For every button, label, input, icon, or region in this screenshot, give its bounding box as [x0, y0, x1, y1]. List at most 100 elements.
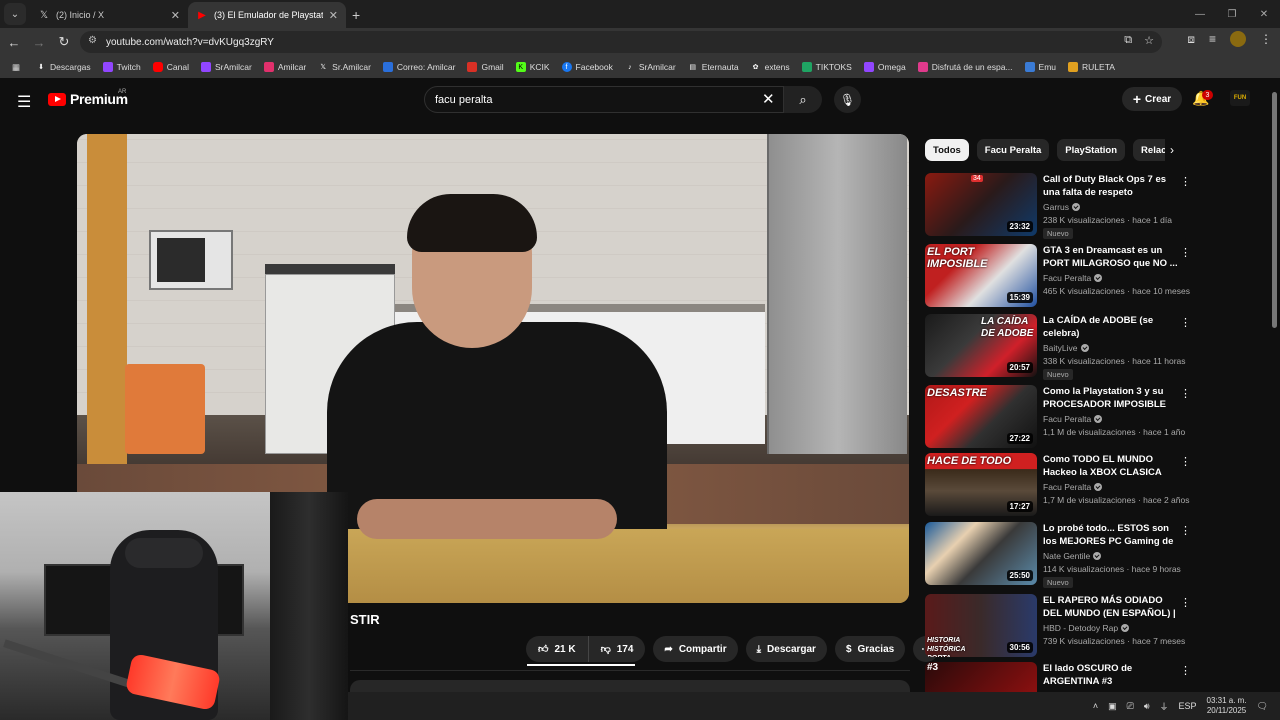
scrollbar-thumb[interactable]: [1272, 92, 1277, 328]
dislike-button[interactable]: 👎︎ 174: [589, 636, 646, 662]
extensions-icon[interactable]: ⧈: [1187, 32, 1195, 47]
chip-facu-peralta[interactable]: Facu Peralta: [976, 139, 1050, 161]
bookmark-item[interactable]: Gmail: [461, 62, 509, 72]
close-tab-icon[interactable]: ✕: [171, 9, 180, 22]
bookmark-item[interactable]: f Facebook: [556, 62, 619, 72]
thanks-button[interactable]: $ Gracias: [834, 636, 906, 662]
more-vertical-icon[interactable]: ⋮: [1180, 664, 1191, 677]
account-avatar[interactable]: FUN: [1230, 90, 1250, 106]
search-button[interactable]: ⌕: [784, 86, 822, 113]
bookmark-item[interactable]: 𝕏 Sr.Amilcar: [312, 62, 377, 72]
channel-name[interactable]: Facu Peralta: [1043, 414, 1103, 424]
video-title[interactable]: Lo probé todo... ESTOS son los MEJORES P…: [1043, 522, 1183, 548]
more-vertical-icon[interactable]: ⋮: [1180, 175, 1191, 188]
recommended-video[interactable]: HACE DE TODO 17:27 Como TODO EL MUNDO Ha…: [925, 453, 1270, 517]
page-scrollbar[interactable]: [1271, 90, 1278, 690]
usb-icon[interactable]: ⏚: [1160, 700, 1169, 713]
install-app-icon[interactable]: ⧉: [1124, 34, 1132, 47]
bookmark-item[interactable]: Twitch: [97, 62, 147, 72]
browser-menu-icon[interactable]: ⋮: [1260, 32, 1272, 46]
recommended-video[interactable]: HISTORIA HISTÓRICA PORTA 30:56 EL RAPERO…: [925, 594, 1270, 658]
create-button[interactable]: + Crear: [1122, 87, 1182, 111]
chevron-right-icon[interactable]: ›: [1170, 143, 1174, 157]
recommended-video[interactable]: #3 El lado OSCURO de ARGENTINA #3 ⋮: [925, 662, 1270, 692]
video-thumbnail[interactable]: HISTORIA HISTÓRICA PORTA 30:56: [925, 594, 1037, 657]
bookmark-item[interactable]: Disfrutá de un espa...: [912, 62, 1019, 72]
more-vertical-icon[interactable]: ⋮: [1180, 524, 1191, 537]
video-title[interactable]: EL RAPERO MÁS ODIADO DEL MUNDO (EN ESPAÑ…: [1043, 594, 1183, 620]
minimize-icon[interactable]: —: [1184, 0, 1216, 28]
chevron-up-icon[interactable]: ˄: [1093, 701, 1098, 711]
video-thumbnail[interactable]: #3: [925, 662, 1037, 692]
bookmark-item[interactable]: ▤ Eternauta: [682, 62, 745, 72]
restore-icon[interactable]: ❐: [1216, 0, 1248, 28]
site-info-icon[interactable]: ⚙: [88, 35, 97, 46]
chip-playstation[interactable]: PlayStation: [1057, 139, 1126, 161]
search-input[interactable]: facu peralta: [424, 86, 784, 113]
language-indicator[interactable]: ESP: [1179, 701, 1197, 711]
network-icon[interactable]: ⎚: [1127, 701, 1134, 712]
apps-grid-icon[interactable]: ▦: [6, 62, 30, 73]
voice-search-button[interactable]: 🎙: [834, 86, 861, 113]
share-button[interactable]: ➦ Compartir: [653, 636, 738, 662]
video-thumbnail[interactable]: DESASTRE 27:22: [925, 385, 1037, 448]
new-tab-button[interactable]: +: [352, 7, 360, 23]
download-button[interactable]: ⤓ Descargar: [745, 636, 827, 662]
bookmark-item[interactable]: ⬇ Descargas: [30, 62, 97, 72]
bookmark-item[interactable]: Canal: [147, 62, 195, 72]
video-thumbnail[interactable]: EL PORT IMPOSIBLE 15:39: [925, 244, 1037, 307]
video-title[interactable]: Call of Duty Black Ops 7 es una falta de…: [1043, 173, 1183, 199]
more-vertical-icon[interactable]: ⋮: [1180, 387, 1191, 400]
media-queue-icon[interactable]: ≡: [1209, 32, 1216, 46]
video-thumbnail[interactable]: 34 23:32: [925, 173, 1037, 236]
bookmark-item[interactable]: Correo: Amilcar: [377, 62, 462, 72]
video-thumbnail[interactable]: HACE DE TODO 17:27: [925, 453, 1037, 516]
close-window-icon[interactable]: ✕: [1248, 0, 1280, 28]
close-tab-icon[interactable]: ✕: [329, 9, 338, 22]
youtube-premium-logo[interactable]: Premium AR: [48, 89, 128, 107]
bookmark-star-icon[interactable]: ☆: [1144, 34, 1154, 47]
system-clock[interactable]: 03:31 a. m. 20/11/2025: [1207, 696, 1247, 716]
back-icon[interactable]: ←: [3, 31, 25, 53]
profile-avatar-icon[interactable]: [1230, 31, 1246, 47]
bookmark-item[interactable]: Amilcar: [258, 62, 312, 72]
chip-todos[interactable]: Todos: [925, 139, 969, 161]
more-vertical-icon[interactable]: ⋮: [1180, 316, 1191, 329]
reload-icon[interactable]: ↻: [53, 31, 75, 53]
menu-hamburger-icon[interactable]: ☰: [17, 92, 31, 112]
bookmark-item[interactable]: SrAmilcar: [195, 62, 258, 72]
forward-icon[interactable]: →: [28, 31, 50, 53]
video-title[interactable]: GTA 3 en Dreamcast es un PORT MILAGROSO …: [1043, 244, 1183, 270]
channel-name[interactable]: Facu Peralta: [1043, 273, 1103, 283]
recommended-video[interactable]: 34 23:32 Call of Duty Black Ops 7 es una…: [925, 173, 1270, 239]
channel-name[interactable]: Facu Peralta: [1043, 482, 1103, 492]
bookmark-item[interactable]: Emu: [1019, 62, 1062, 72]
bookmark-item[interactable]: Omega: [858, 62, 912, 72]
more-vertical-icon[interactable]: ⋮: [1180, 455, 1191, 468]
more-vertical-icon[interactable]: ⋮: [1180, 246, 1191, 259]
bookmark-item[interactable]: ✿ extens: [745, 62, 796, 72]
channel-name[interactable]: Garrus: [1043, 202, 1080, 212]
video-title[interactable]: Como TODO EL MUNDO Hackeo la XBOX CLASIC…: [1043, 453, 1183, 479]
recommended-video[interactable]: 25:50 Lo probé todo... ESTOS son los MEJ…: [925, 522, 1270, 588]
recommended-video[interactable]: DESASTRE 27:22 Como la Playstation 3 y s…: [925, 385, 1270, 449]
address-bar[interactable]: ⚙ youtube.com/watch?v=dvKUgq3zgRY ⧉ ☆: [80, 31, 1162, 53]
recommended-video[interactable]: EL PORT IMPOSIBLE 15:39 GTA 3 en Dreamca…: [925, 244, 1270, 308]
browser-tab[interactable]: 𝕏 (2) Inicio / X ✕: [30, 2, 188, 28]
bookmark-item[interactable]: ♪ SrAmilcar: [619, 62, 682, 72]
tab-search-button[interactable]: ⌄: [4, 3, 26, 25]
channel-name[interactable]: BaityLive: [1043, 343, 1089, 353]
more-vertical-icon[interactable]: ⋮: [1180, 596, 1191, 609]
video-title[interactable]: Como la Playstation 3 y su PROCESADOR IM…: [1043, 385, 1183, 411]
notification-center-icon[interactable]: 🗨: [1257, 701, 1268, 712]
channel-name[interactable]: Nate Gentile: [1043, 551, 1102, 561]
volume-icon[interactable]: 🔊︎: [1144, 701, 1150, 712]
channel-name[interactable]: HBD - Detodoy Rap: [1043, 623, 1130, 633]
like-button[interactable]: 👍︎ 21 K: [526, 636, 589, 662]
bookmark-item[interactable]: TIKTOKS: [796, 62, 858, 72]
bookmark-item[interactable]: RULETA: [1062, 62, 1121, 72]
bookmark-item[interactable]: K KCIK: [510, 62, 556, 72]
chip-relacionados[interactable]: Relacion: [1133, 139, 1165, 161]
clear-search-icon[interactable]: ✕: [762, 90, 775, 108]
video-thumbnail[interactable]: LA CAÍDA DE ADOBE 20:57: [925, 314, 1037, 377]
